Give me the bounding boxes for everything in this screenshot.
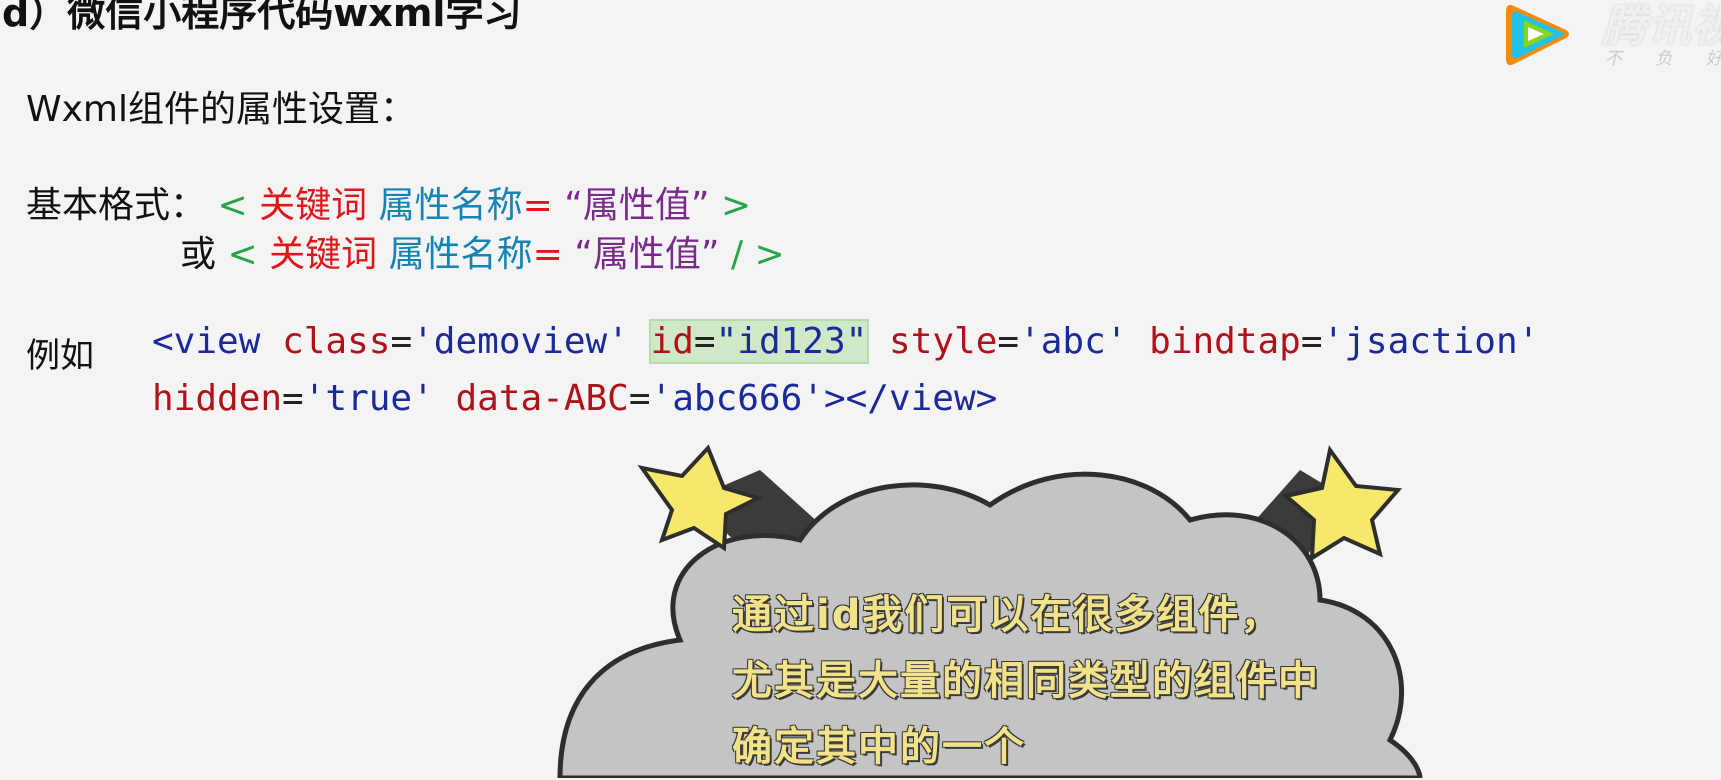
callout-line-1: 通过id我们可以在很多组件，	[732, 592, 1283, 638]
callout-text: 通过id我们可以在很多组件， 尤其是大量的相同类型的组件中 确定其中的一个	[732, 582, 1320, 780]
callout-line-3: 确定其中的一个	[732, 724, 1026, 770]
callout-line-2: 尤其是大量的相同类型的组件中	[732, 658, 1320, 704]
